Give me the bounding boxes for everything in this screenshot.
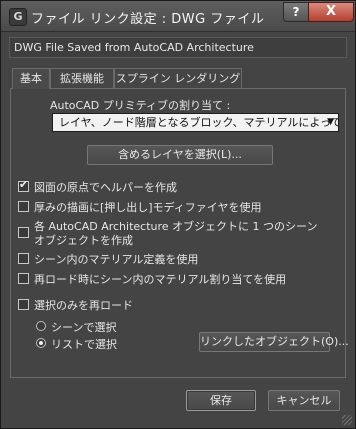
chevron-down-icon: ▼: [327, 117, 334, 127]
create-helper-at-origin-label: 図面の原点でヘルパーを作成: [34, 181, 177, 194]
select-from-list-label: リストで選択: [51, 338, 117, 351]
use-scene-material-definitions-checkbox[interactable]: [18, 253, 29, 264]
primitive-assignment-select[interactable]: レイヤ、ノード階層となるブロック、マテリアルによって分割 ▼: [52, 113, 339, 132]
select-from-list-radio[interactable]: [36, 338, 46, 348]
use-scene-material-definitions-label: シーン内のマテリアル定義を使用: [34, 253, 199, 266]
reload-selection-only-label: 選択のみを再ロード: [34, 299, 133, 312]
scene-object-per-aca-object-checkbox[interactable]: [18, 227, 29, 238]
tab-advanced[interactable]: 拡張機能: [50, 68, 114, 88]
scene-object-per-aca-object-label-line2: オブジェクトを作成: [34, 234, 133, 247]
primitive-assignment-value: レイヤ、ノード階層となるブロック、マテリアルによって分割: [59, 116, 339, 129]
linked-objects-button[interactable]: リンクしたオブジェクト(O)...: [199, 332, 349, 352]
extrude-thickness-label: 厚みの描画に[押し出し]モディファイヤを使用: [34, 201, 262, 214]
tab-spline-rendering[interactable]: スプライン レンダリング: [114, 68, 242, 88]
resize-grip-icon[interactable]: [342, 415, 352, 425]
use-scene-material-assignments-label: 再ロード時にシーン内のマテリアル割り当てを使用: [34, 273, 287, 286]
close-button[interactable]: X: [308, 2, 354, 22]
window-title: ファイル リンク設定 : DWG ファイル: [31, 12, 265, 27]
select-in-scene-label: シーンで選択: [51, 321, 117, 334]
extrude-thickness-checkbox[interactable]: [18, 201, 29, 212]
select-in-scene-radio[interactable]: [36, 321, 46, 331]
app-icon: G: [9, 8, 27, 26]
cancel-button[interactable]: キャンセル: [268, 390, 340, 411]
preset-description-field[interactable]: DWG File Saved from AutoCAD Architecture: [9, 37, 347, 58]
create-helper-at-origin-checkbox[interactable]: [18, 178, 29, 192]
use-scene-material-assignments-checkbox[interactable]: [18, 273, 29, 284]
title-bar[interactable]: G ファイル リンク設定 : DWG ファイル ? X: [1, 1, 355, 32]
tab-basic[interactable]: 基本: [12, 68, 50, 89]
help-button[interactable]: ?: [283, 2, 309, 22]
primitive-assignment-label: AutoCAD プリミティブの割り当て :: [50, 99, 231, 112]
reload-selection-only-checkbox[interactable]: [18, 299, 29, 310]
file-link-settings-dialog: G ファイル リンク設定 : DWG ファイル ? X DWG File Sav…: [0, 0, 356, 429]
select-layers-button[interactable]: 含めるレイヤを選択(L)...: [87, 145, 273, 165]
save-button[interactable]: 保存: [186, 390, 256, 411]
